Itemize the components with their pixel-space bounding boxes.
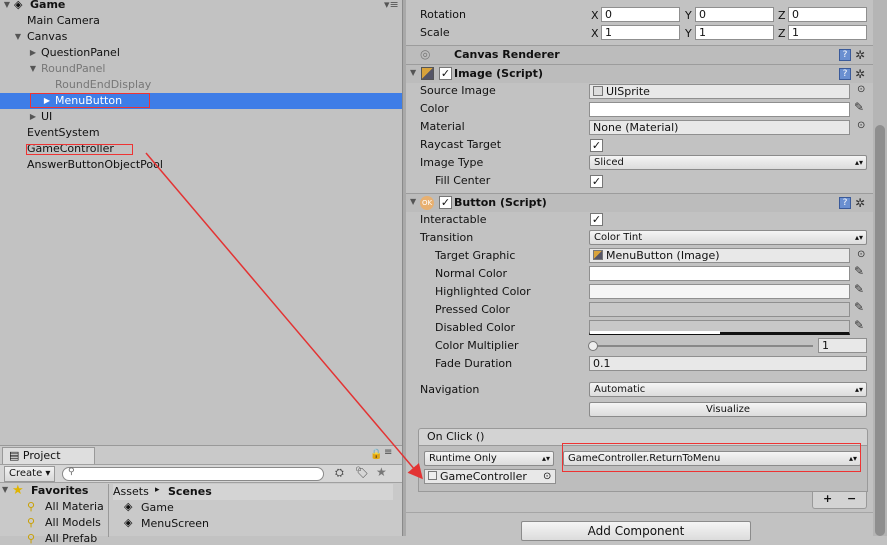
annotation-arrow xyxy=(145,152,423,480)
